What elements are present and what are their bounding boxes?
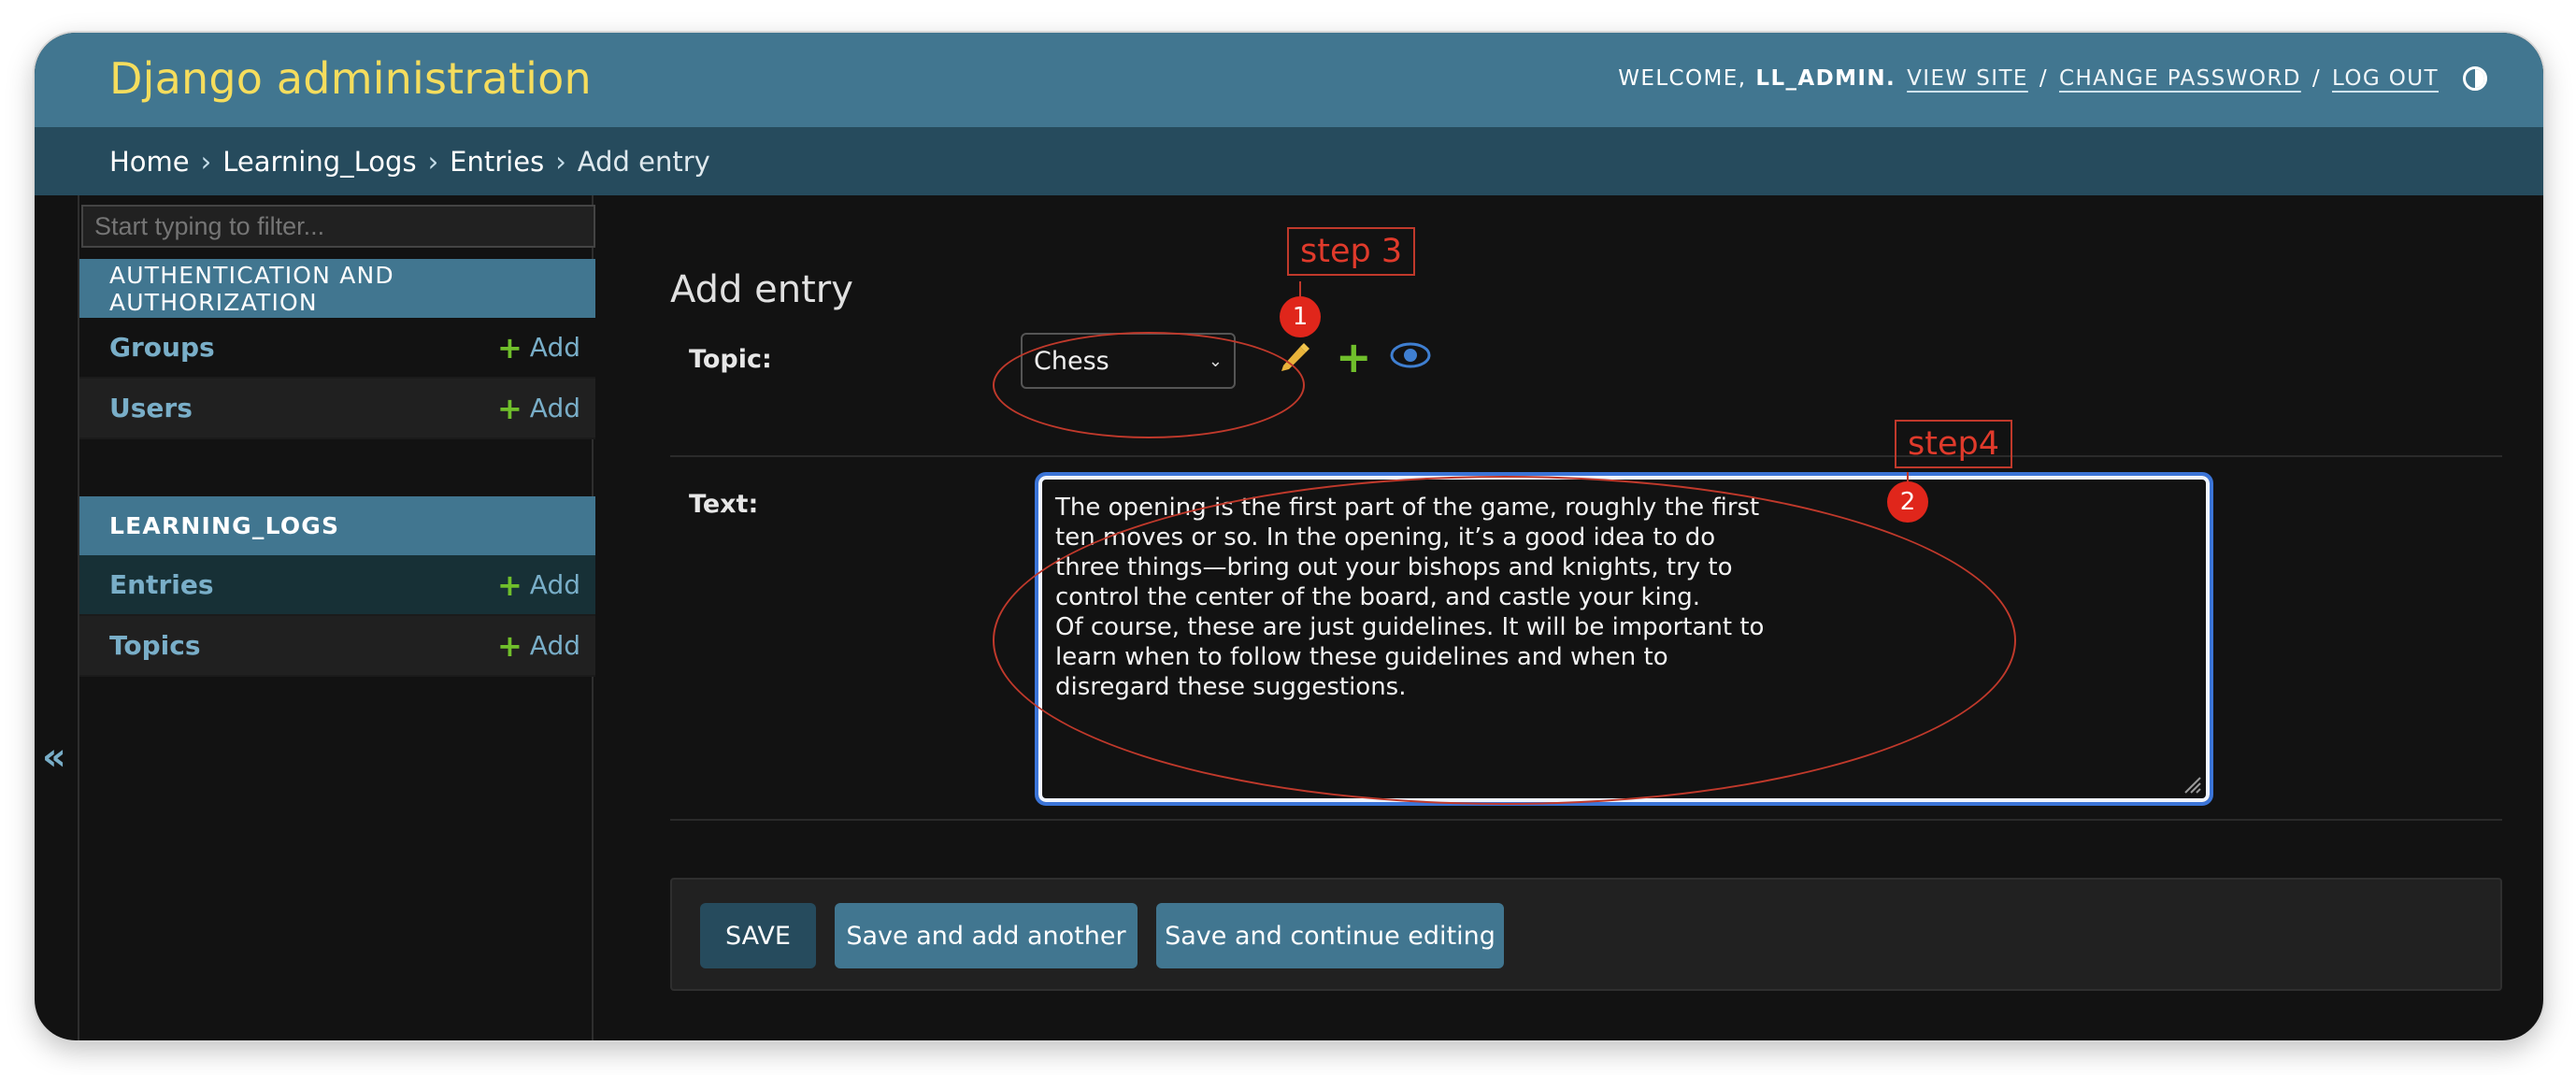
separator: / xyxy=(2039,66,2048,91)
add-label: Add xyxy=(529,332,580,363)
field-divider xyxy=(670,455,2502,457)
annotation-ellipse-text xyxy=(993,476,2016,805)
module-caption-learning-logs[interactable]: LEARNING_LOGS xyxy=(79,496,595,555)
breadcrumb-separator: › xyxy=(200,145,212,178)
model-link-entries[interactable]: Entries xyxy=(109,569,214,600)
username: LL_ADMIN. xyxy=(1755,66,1896,91)
submit-row: SAVE Save and add another Save and conti… xyxy=(670,878,2502,991)
add-label: Add xyxy=(529,393,580,423)
eye-icon[interactable] xyxy=(1390,341,1431,369)
change-password-link[interactable]: CHANGE PASSWORD xyxy=(2059,66,2301,91)
sidebar-item-users[interactable]: Users + Add xyxy=(79,379,595,439)
model-link-topics[interactable]: Topics xyxy=(109,630,201,661)
plus-icon: + xyxy=(496,329,522,366)
separator: / xyxy=(2311,66,2321,91)
theme-toggle-icon[interactable] xyxy=(2463,66,2487,91)
save-and-continue-button[interactable]: Save and continue editing xyxy=(1156,903,1504,968)
add-users-link[interactable]: + Add xyxy=(497,391,580,426)
browser-window: Django administration WELCOME, LL_ADMIN.… xyxy=(35,33,2543,1040)
user-tools: WELCOME, LL_ADMIN. VIEW SITE / CHANGE PA… xyxy=(1618,66,2487,91)
model-link-groups[interactable]: Groups xyxy=(109,332,215,363)
breadcrumb-current: Add entry xyxy=(577,145,710,178)
add-entries-link[interactable]: + Add xyxy=(497,567,580,603)
annotation-badge-2: 2 xyxy=(1887,481,1928,523)
plus-icon[interactable]: + xyxy=(1336,336,1372,379)
annotation-step4-label: step4 xyxy=(1895,420,2012,468)
add-label: Add xyxy=(529,630,580,661)
breadcrumb: Home › Learning_Logs › Entries › Add ent… xyxy=(35,127,2543,195)
plus-icon: + xyxy=(496,390,522,426)
main-content: Add entry Topic: Chess ⌄ + Text: The ope… xyxy=(670,195,2502,1037)
breadcrumb-separator: › xyxy=(427,145,439,178)
sidebar-filter-input[interactable] xyxy=(81,205,595,248)
page-title: Add entry xyxy=(670,268,853,311)
model-link-users[interactable]: Users xyxy=(109,393,193,423)
topic-label: Topic: xyxy=(689,345,772,374)
nav-sidebar: AUTHENTICATION AND AUTHORIZATION Groups … xyxy=(78,195,595,1040)
sidebar-item-entries[interactable]: Entries + Add xyxy=(79,555,595,616)
annotation-step3-label: step 3 xyxy=(1287,227,1416,276)
sidebar-item-topics[interactable]: Topics + Add xyxy=(79,616,595,677)
breadcrumb-separator: › xyxy=(555,145,566,178)
save-and-add-another-button[interactable]: Save and add another xyxy=(835,903,1138,968)
breadcrumb-model[interactable]: Entries xyxy=(450,146,544,178)
annotation-ellipse-topic xyxy=(993,332,1305,438)
add-label: Add xyxy=(529,569,580,600)
field-divider xyxy=(670,819,2502,821)
breadcrumb-home[interactable]: Home xyxy=(109,146,190,178)
add-topics-link[interactable]: + Add xyxy=(497,628,580,664)
plus-icon: + xyxy=(496,566,522,603)
view-site-link[interactable]: VIEW SITE xyxy=(1907,66,2028,91)
collapse-sidebar-icon[interactable]: « xyxy=(42,736,66,779)
plus-icon: + xyxy=(496,627,522,664)
admin-header: Django administration WELCOME, LL_ADMIN.… xyxy=(35,33,2543,127)
save-button[interactable]: SAVE xyxy=(700,903,816,968)
resize-handle-icon[interactable] xyxy=(2180,772,2202,795)
annotation-badge-1: 1 xyxy=(1280,296,1321,337)
welcome-text: WELCOME, xyxy=(1618,66,1747,91)
text-label: Text: xyxy=(689,490,759,519)
sidebar-item-groups[interactable]: Groups + Add xyxy=(79,318,595,379)
log-out-link[interactable]: LOG OUT xyxy=(2332,66,2439,91)
module-caption-auth[interactable]: AUTHENTICATION AND AUTHORIZATION xyxy=(79,259,595,318)
site-branding[interactable]: Django administration xyxy=(109,53,592,104)
breadcrumb-app[interactable]: Learning_Logs xyxy=(222,146,416,178)
add-groups-link[interactable]: + Add xyxy=(497,330,580,366)
